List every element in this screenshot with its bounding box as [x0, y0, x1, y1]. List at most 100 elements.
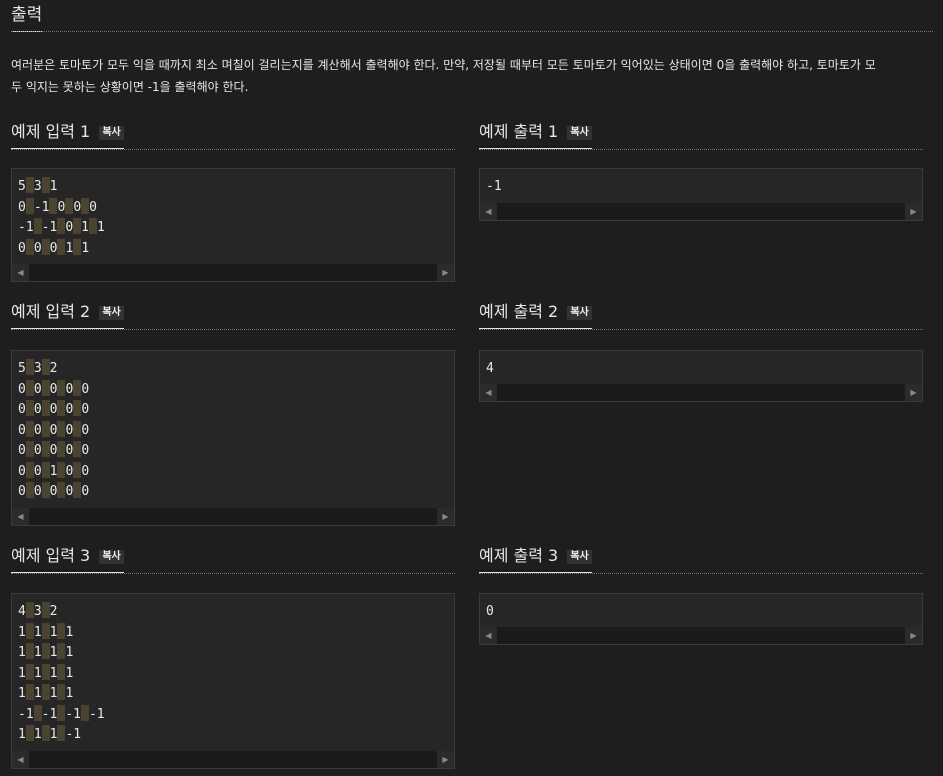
copy-button[interactable]: 복사	[99, 126, 124, 140]
code-token: 1	[18, 727, 26, 742]
whitespace-marker	[41, 441, 50, 457]
code-token: 3	[33, 361, 42, 376]
triangle-right-icon[interactable]: ▶	[905, 627, 922, 644]
code-line: 432	[18, 602, 448, 623]
whitespace-marker	[80, 704, 89, 721]
horizontal-scrollbar[interactable]: ◀ ▶	[480, 384, 922, 401]
whitespace-marker	[25, 359, 34, 375]
code-token: 0	[65, 220, 74, 235]
code-token: 5	[18, 361, 26, 376]
sample-output-box[interactable]: 0 ◀ ▶	[479, 593, 923, 645]
code-token: 0	[89, 199, 97, 215]
code-token: 1	[18, 624, 26, 640]
triangle-left-icon[interactable]: ◀	[12, 264, 29, 281]
sample-input-box[interactable]: 532000000000000000000000010000000 ◀ ▶	[11, 350, 455, 526]
whitespace-marker	[25, 379, 34, 396]
whitespace-marker	[41, 379, 50, 396]
triangle-left-icon[interactable]: ◀	[12, 508, 29, 525]
code-token: 0	[18, 463, 26, 479]
whitespace-marker	[25, 238, 34, 255]
copy-button[interactable]: 복사	[99, 306, 124, 320]
sample-output-text: 4	[486, 359, 916, 380]
code-token: 0	[49, 402, 58, 417]
output-section-header: 출력	[11, 0, 933, 32]
sample-input-box[interactable]: 4 3 2 1 1 1 1 1 1 1 1 1 1 1 1 1 1 1 1 -1 -1 -1 -1 1 1 1 -1 ◀ ▶	[11, 593, 455, 769]
whitespace-marker	[25, 482, 34, 498]
whitespace-marker	[25, 684, 34, 700]
whitespace-marker	[25, 400, 34, 416]
code-token: 0	[81, 402, 90, 417]
code-token: 0	[486, 604, 494, 619]
whitespace-marker	[41, 238, 50, 255]
sample-output-text: -1	[486, 177, 916, 198]
code-line: 4	[486, 359, 916, 380]
triangle-right-icon[interactable]: ▶	[437, 264, 454, 281]
copy-button[interactable]: 복사	[99, 550, 124, 564]
triangle-right-icon[interactable]: ▶	[437, 751, 454, 768]
sample-output-box[interactable]: 4 ◀ ▶	[479, 350, 923, 402]
code-token: 2	[49, 604, 58, 619]
code-token: 0	[65, 402, 74, 417]
code-token: 1	[49, 686, 58, 701]
code-token: 0	[18, 240, 26, 256]
section-divider	[11, 31, 933, 32]
code-token: 1	[33, 645, 42, 660]
triangle-left-icon[interactable]: ◀	[480, 384, 497, 401]
sample-output-box[interactable]: -1 ◀ ▶	[479, 168, 923, 221]
code-token: 1	[81, 220, 89, 235]
triangle-left-icon[interactable]: ◀	[12, 751, 29, 768]
horizontal-scrollbar[interactable]: ◀ ▶	[480, 627, 922, 644]
triangle-left-icon[interactable]: ◀	[480, 203, 497, 220]
whitespace-marker	[25, 663, 34, 680]
code-token: 1	[49, 645, 58, 660]
triangle-right-icon[interactable]: ▶	[437, 508, 454, 525]
horizontal-scrollbar[interactable]: ◀ ▶	[480, 203, 922, 220]
code-token: 0	[18, 422, 26, 438]
whitespace-marker	[25, 622, 34, 639]
whitespace-marker	[33, 704, 42, 721]
code-line: 00100	[18, 461, 448, 483]
sample-input-box[interactable]: 5 3 1 0 -1 0 0 0 -1 -1 0 1 1 0 0 0 1 1 ◀ ▶	[11, 168, 455, 282]
horizontal-scrollbar[interactable]: ◀ ▶	[12, 264, 454, 281]
code-token: 5	[18, 179, 26, 194]
horizontal-scrollbar[interactable]: ◀ ▶	[12, 508, 454, 525]
code-token: 0	[57, 199, 66, 215]
code-token: 1	[33, 686, 42, 701]
code-token: 0	[65, 422, 74, 438]
whitespace-marker	[41, 482, 50, 498]
code-line: 1111	[18, 663, 448, 685]
code-token: -1	[486, 179, 502, 194]
sample-input-text: 532000000000000000000000010000000	[18, 359, 448, 503]
example-divider	[479, 573, 923, 574]
sample-input-text: 5 3 1 0 -1 0 0 0 -1 -1 0 1 1 0 0 0 1 1	[18, 177, 448, 259]
copy-button[interactable]: 복사	[567, 306, 592, 320]
code-token: -1	[88, 706, 105, 722]
code-token: 0	[49, 381, 58, 397]
whitespace-marker	[41, 461, 50, 478]
triangle-right-icon[interactable]: ▶	[905, 203, 922, 220]
triangle-right-icon[interactable]: ▶	[905, 384, 922, 401]
code-line: 00000	[18, 420, 448, 442]
code-line: 0 -1 0 0 0	[18, 197, 448, 219]
code-token: -1	[18, 706, 34, 722]
whitespace-marker	[25, 420, 34, 437]
code-token: 0	[49, 484, 58, 499]
code-token: 0	[81, 484, 90, 499]
code-token: 1	[49, 665, 58, 681]
triangle-left-icon[interactable]: ◀	[480, 627, 497, 644]
code-token: 3	[33, 604, 42, 619]
whitespace-marker	[41, 602, 50, 618]
example-divider	[11, 329, 455, 330]
code-token: 0	[49, 240, 58, 256]
copy-button[interactable]: 복사	[567, 550, 592, 564]
description-line: 여러분은 토마토가 모두 익을 때까지 최소 며칠이 걸리는지를 계산해서 출력…	[11, 58, 876, 72]
code-token: 1	[33, 665, 42, 681]
copy-button[interactable]: 복사	[567, 126, 592, 140]
code-token: 0	[81, 443, 90, 458]
code-token: 0	[18, 199, 26, 215]
code-line: 532	[18, 359, 448, 380]
example-divider	[479, 149, 923, 150]
horizontal-scrollbar[interactable]: ◀ ▶	[12, 751, 454, 768]
code-token: 1	[65, 624, 74, 640]
code-token: 1	[81, 240, 90, 256]
